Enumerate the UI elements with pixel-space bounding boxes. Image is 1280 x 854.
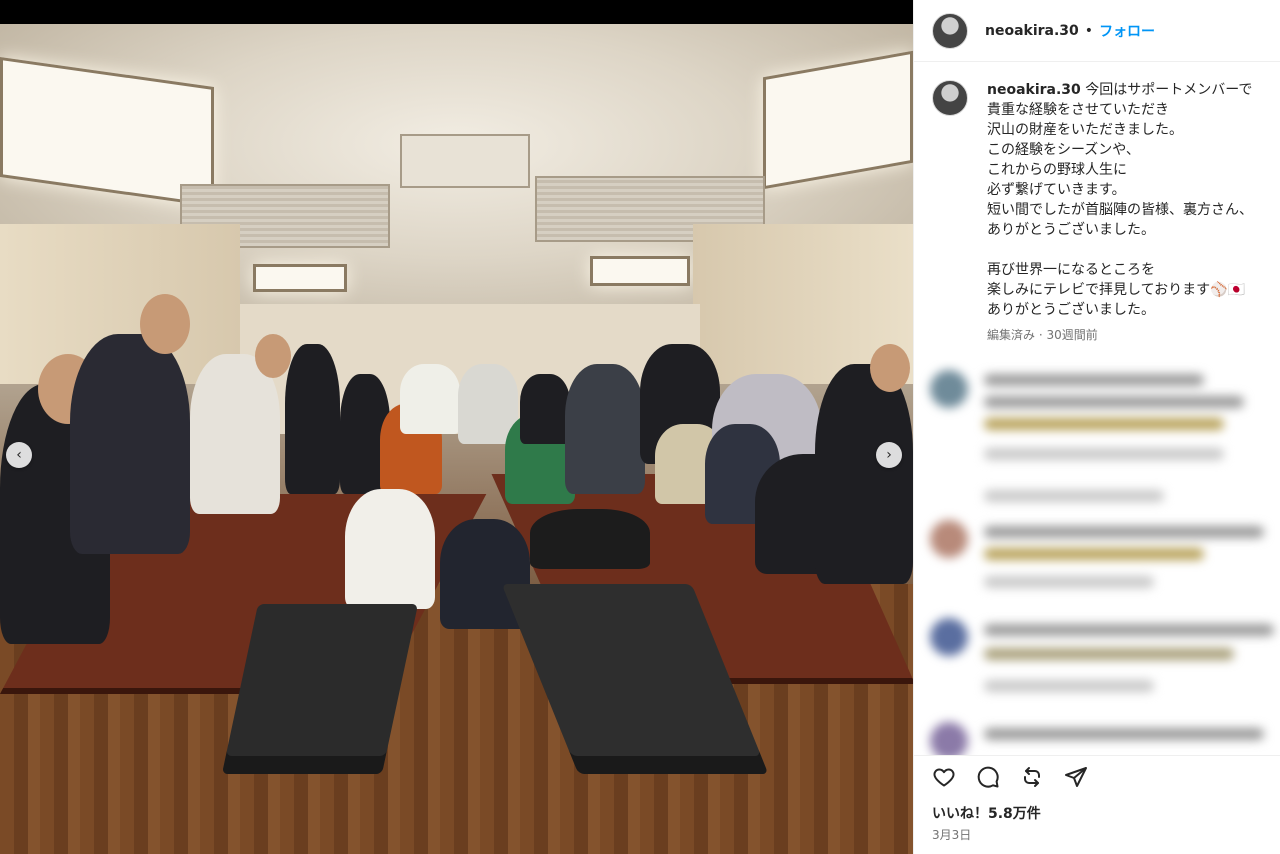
post-caption: neoakira.30 今回はサポートメンバーで 貴重な経験をさせていただき 沢…	[914, 62, 1280, 345]
post-time-ago[interactable]: 30週間前	[1047, 328, 1098, 342]
caption-text-line: 短い間でしたが首脳陣の皆様、裏方さん、	[987, 202, 1253, 218]
blurred-text	[984, 374, 1204, 386]
blurred-text	[984, 680, 1154, 692]
photo-person	[530, 509, 650, 569]
caption-text-line: 貴重な経験をさせていただき	[987, 102, 1169, 118]
photo-face	[870, 344, 910, 392]
instagram-post-view: ‹ › neoakira.30 • フォロー neoakira.30 今回はサポ…	[0, 0, 1280, 854]
post-photo[interactable]	[0, 24, 913, 854]
caption-text-line: これからの野球人生に	[987, 162, 1127, 178]
blurred-text	[984, 728, 1264, 740]
heart-icon[interactable]	[930, 763, 958, 791]
photo-person	[285, 344, 340, 494]
chevron-right-icon[interactable]: ›	[876, 442, 902, 468]
blurred-text	[984, 490, 1164, 502]
caption-text-line: 再び世界一になるところを	[987, 262, 1155, 278]
blurred-text	[984, 396, 1244, 408]
meta-separator: ·	[1038, 328, 1043, 342]
blurred-text	[984, 648, 1234, 660]
edited-label: 編集済み	[987, 328, 1036, 342]
comment-icon[interactable]	[974, 763, 1002, 791]
photo-person	[70, 334, 190, 554]
caption-text-line: ありがとうございました。	[987, 302, 1155, 318]
caption-text-line: 必ず繋げていきます。	[987, 182, 1126, 198]
header-username[interactable]: neoakira.30	[985, 23, 1079, 39]
header-separator: •	[1084, 22, 1094, 39]
photo-face	[140, 294, 190, 354]
blurred-text	[984, 418, 1224, 430]
blurred-text	[984, 624, 1274, 636]
photo-ceiling-light	[253, 264, 347, 292]
post-side-panel: neoakira.30 • フォロー neoakira.30 今回はサポートメン…	[913, 0, 1280, 854]
avatar	[930, 618, 968, 656]
avatar	[930, 722, 968, 755]
repost-icon[interactable]	[1018, 763, 1046, 791]
caption-body: neoakira.30 今回はサポートメンバーで 貴重な経験をさせていただき 沢…	[987, 80, 1253, 345]
caption-username[interactable]: neoakira.30	[987, 82, 1081, 98]
photo-face	[255, 334, 291, 378]
chevron-left-icon[interactable]: ‹	[6, 442, 32, 468]
follow-button[interactable]: フォロー	[1099, 21, 1155, 41]
photo-person	[815, 364, 913, 584]
post-header: neoakira.30 • フォロー	[914, 0, 1280, 62]
caption-text-line: 楽しみにテレビで拝見しております⚾🇯🇵	[987, 282, 1246, 298]
photo-ceiling-light	[590, 256, 690, 286]
blurred-text	[984, 526, 1264, 538]
comments-list-blurred	[914, 360, 1280, 755]
likes-count[interactable]: いいね！5.8万件	[932, 803, 1041, 823]
post-actions-bar	[914, 755, 1280, 793]
caption-text-line: 沢山の財産をいただきました。	[987, 122, 1183, 138]
share-icon[interactable]	[1062, 763, 1090, 791]
avatar	[930, 370, 968, 408]
avatar	[930, 520, 968, 558]
photo-person	[565, 364, 645, 494]
post-date[interactable]: 3月3日	[932, 826, 971, 843]
caption-text-line: この経験をシーズンや、	[987, 142, 1140, 158]
avatar[interactable]	[932, 80, 968, 116]
photo-person	[345, 489, 435, 609]
caption-text-line: 今回はサポートメンバーで	[1085, 82, 1253, 98]
blurred-text	[984, 448, 1224, 460]
photo-group-of-people	[0, 294, 913, 644]
post-media: ‹ ›	[0, 0, 913, 854]
photo-person	[190, 354, 280, 514]
blurred-text	[984, 548, 1204, 560]
blurred-text	[984, 576, 1154, 588]
caption-text-line: ありがとうございました。	[987, 222, 1155, 238]
media-top-bar	[0, 0, 913, 24]
photo-person	[520, 374, 570, 444]
caption-meta: 編集済み · 30週間前	[987, 325, 1253, 345]
photo-person	[400, 364, 460, 434]
avatar[interactable]	[932, 12, 968, 49]
photo-ceiling-panel	[400, 134, 530, 188]
